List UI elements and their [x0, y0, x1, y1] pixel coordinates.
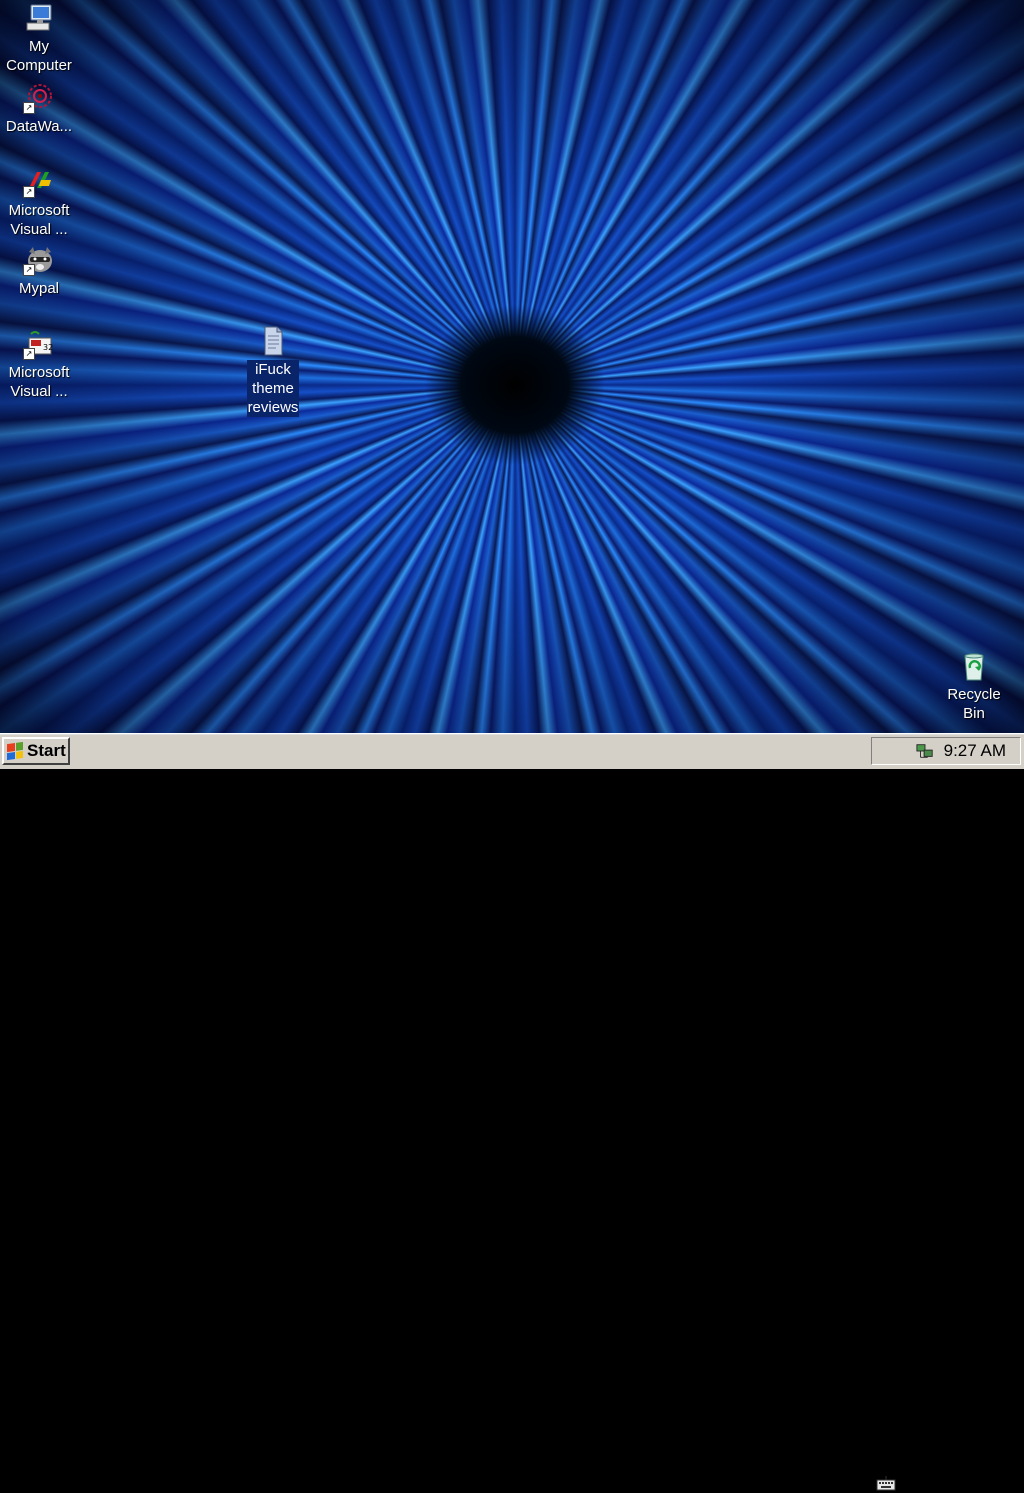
windows-flag-icon [7, 741, 23, 761]
desktop-icon-mypal[interactable]: ↗ Mypal [1, 244, 77, 298]
network-icon[interactable] [916, 742, 934, 760]
recycle-bin-icon [958, 650, 990, 682]
desktop-wallpaper: My Computer ↗ DataWa... ↗ Microsoft Visu… [0, 0, 1024, 733]
shortcut-arrow-icon: ↗ [23, 186, 35, 198]
desktop-icon-recycle-bin[interactable]: Recycle Bin [936, 650, 1012, 723]
icon-label: Microsoft Visual ... [8, 364, 70, 400]
shortcut-arrow-icon: ↗ [23, 264, 35, 276]
system-tray: 9:27 AM [871, 737, 1021, 765]
svg-text:32: 32 [43, 343, 53, 352]
icon-label: Microsoft Visual ... [8, 202, 70, 238]
icon-label: DataWa... [5, 118, 73, 135]
datawarehouse-icon: ↗ [23, 82, 55, 114]
taskbar: Start 9:27 AM [0, 733, 1024, 1491]
visual-studio-icon: ↗ [23, 166, 55, 198]
desktop-icon-visual-basic[interactable]: 32 ↗ Microsoft Visual ... [1, 328, 77, 401]
icon-label: iFuck theme reviews [246, 360, 300, 417]
desktop-icon-my-computer[interactable]: My Computer [1, 2, 77, 75]
shortcut-arrow-icon: ↗ [23, 348, 35, 360]
start-label: Start [27, 741, 66, 760]
desktop-icon-visual-studio[interactable]: ↗ Microsoft Visual ... [1, 166, 77, 239]
desktop-icon-text-document[interactable]: iFuck theme reviews [235, 325, 311, 417]
icon-label: Recycle Bin [947, 686, 1001, 722]
computer-icon [23, 2, 55, 34]
shortcut-arrow-icon: ↗ [23, 102, 35, 114]
visual-basic-icon: 32 ↗ [23, 328, 55, 360]
start-button[interactable]: Start [2, 737, 70, 765]
icon-label: My Computer [6, 38, 72, 74]
keyboard-icon[interactable] [876, 1475, 896, 1493]
text-document-icon [257, 325, 289, 357]
desktop-icon-datawarehouse[interactable]: ↗ DataWa... [1, 82, 77, 136]
raccoon-browser-icon: ↗ [23, 244, 55, 276]
clock[interactable]: 9:27 AM [944, 741, 1006, 761]
icon-label: Mypal [18, 280, 59, 297]
